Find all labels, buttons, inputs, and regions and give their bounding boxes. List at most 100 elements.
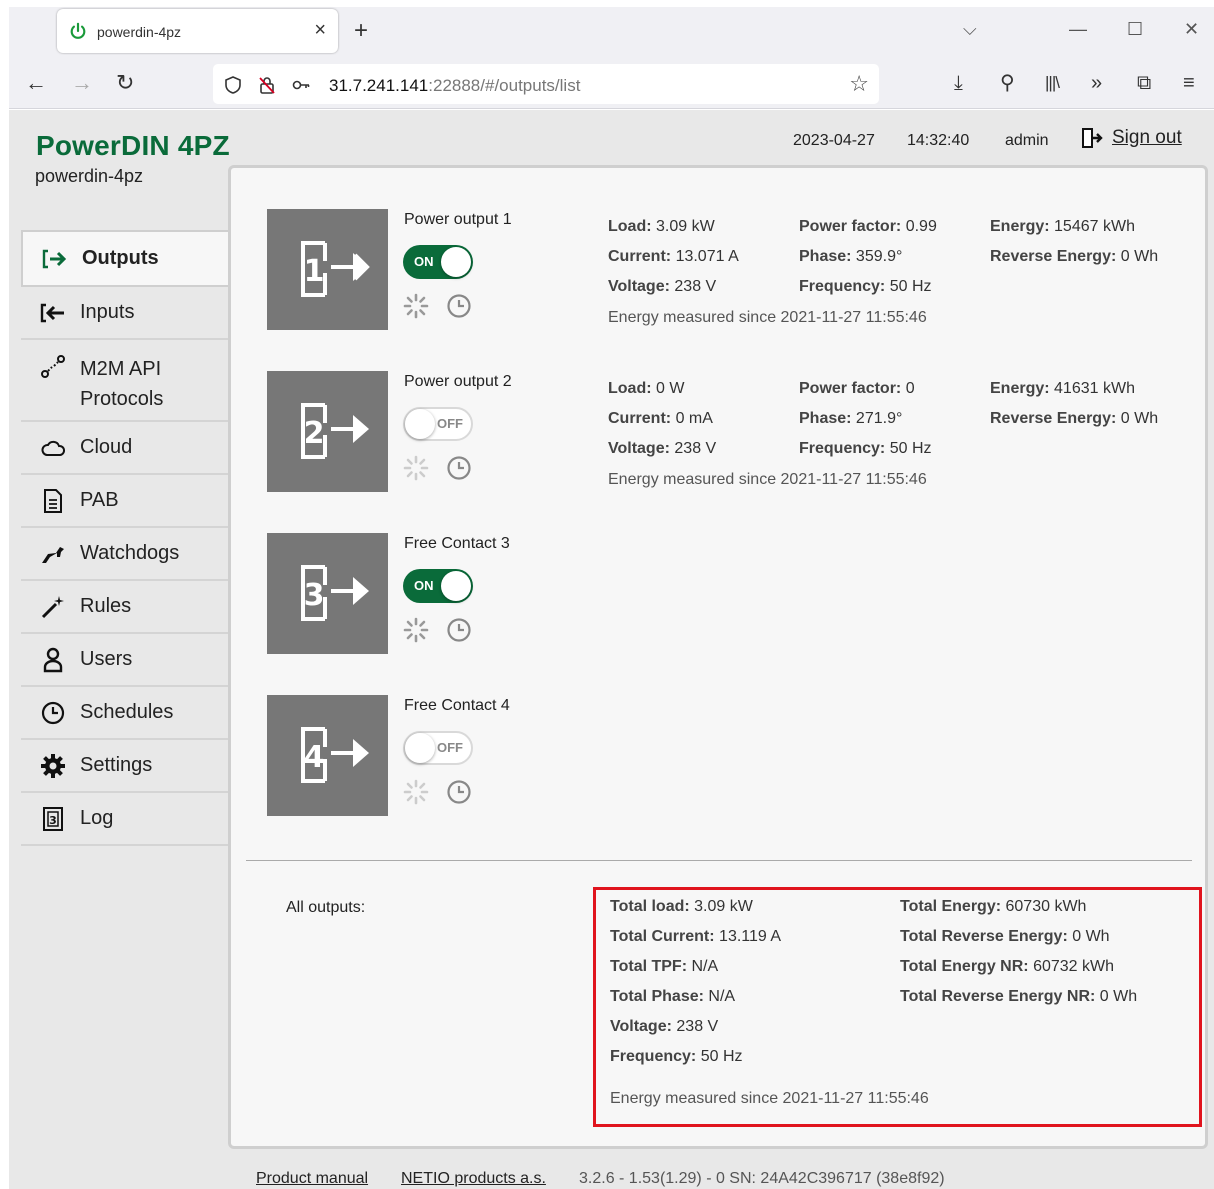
minimize-icon[interactable]: — — [1069, 19, 1087, 40]
output-arrow-icon — [42, 246, 68, 272]
energy-reading: Energy: 15467 kWh — [990, 218, 1135, 235]
sidebar-item-settings[interactable]: Settings — [21, 740, 228, 793]
cloud-icon — [40, 435, 66, 461]
sidebar-item-schedules[interactable]: Schedules — [21, 687, 228, 740]
document-icon — [40, 488, 66, 514]
output-name: Free Contact 4 — [404, 697, 510, 714]
library-icon[interactable]: |||\ — [1045, 71, 1060, 95]
output-tile[interactable]: 1 — [267, 209, 388, 330]
output-number-icon: 4 — [301, 727, 369, 783]
sidebar-item-users[interactable]: Users — [21, 634, 228, 687]
all-outputs-heading: All outputs: — [286, 899, 366, 916]
sidebar-item-label: Schedules — [80, 701, 174, 723]
loading-spinner-icon — [403, 779, 429, 805]
loading-spinner-icon — [403, 455, 429, 481]
watchdog-icon — [40, 541, 66, 567]
output-row: 1 Power output 1 ON Load: 3.09 kW Curren… — [267, 209, 1207, 331]
sign-out-label: Sign out — [1112, 127, 1182, 148]
phase-reading: Phase: 359.9° — [799, 248, 903, 265]
new-tab-icon[interactable]: + — [354, 17, 368, 45]
url-bar[interactable]: 31.7.241.141:22888/#/outputs/list ☆ — [213, 64, 879, 104]
close-tab-icon[interactable]: × — [314, 19, 326, 42]
sidebar-item-rules[interactable]: Rules — [21, 581, 228, 634]
input-arrow-icon — [40, 300, 66, 326]
back-icon[interactable]: ← — [25, 71, 47, 95]
download-icon[interactable]: ⤓ — [954, 71, 963, 95]
power-factor-reading: Power factor: 0 — [799, 380, 915, 397]
energy-since: Energy measured since 2021-11-27 11:55:4… — [608, 471, 927, 488]
tab-list-chevron-icon[interactable]: ⌵ — [963, 19, 977, 40]
brand-title: PowerDIN 4PZ — [36, 130, 230, 161]
reverse-energy-reading: Reverse Energy: 0 Wh — [990, 410, 1159, 427]
svg-text:3: 3 — [304, 578, 325, 613]
sidebar-item-label: Rules — [80, 595, 132, 617]
window-close-icon[interactable]: ✕ — [1184, 19, 1199, 40]
svg-text:1: 1 — [304, 254, 325, 289]
output-toggle[interactable]: ON — [403, 569, 473, 603]
sidebar-item-label: Watchdogs — [80, 542, 180, 564]
header-user: admin — [1005, 132, 1049, 149]
reload-icon[interactable]: ↻ — [116, 71, 134, 95]
svg-text:4: 4 — [304, 740, 325, 775]
browser-tab[interactable]: powerdin-4pz × — [57, 9, 338, 53]
pocket-icon[interactable]: ⚲ — [1000, 71, 1015, 95]
schedule-clock-icon[interactable] — [446, 617, 472, 643]
bookmark-star-icon[interactable]: ☆ — [849, 71, 869, 97]
sidebar-item-pab[interactable]: PAB — [21, 475, 228, 528]
schedule-clock-icon[interactable] — [446, 455, 472, 481]
product-manual-link[interactable]: Product manual — [256, 1170, 368, 1188]
sidebar-item-inputs[interactable]: Inputs — [21, 287, 228, 340]
energy-since: Energy measured since 2021-11-27 11:55:4… — [608, 309, 927, 326]
reverse-energy-reading: Reverse Energy: 0 Wh — [990, 248, 1159, 265]
svg-text:3: 3 — [49, 814, 57, 827]
frequency-reading: Frequency: 50 Hz — [799, 440, 932, 457]
svg-text:2: 2 — [304, 416, 325, 451]
output-tile[interactable]: 3 — [267, 533, 388, 654]
output-toggle[interactable]: ON — [403, 245, 473, 279]
frequency-reading: Frequency: 50 Hz — [799, 278, 932, 295]
output-number-icon: 2 — [301, 403, 369, 459]
schedule-clock-icon[interactable] — [446, 293, 472, 319]
voltage-reading: Voltage: 238 V — [608, 440, 717, 457]
sidebar-item-label: Cloud — [80, 436, 133, 458]
load-reading: Load: 0 W — [608, 380, 685, 397]
overflow-chevron-icon[interactable]: » — [1091, 71, 1102, 95]
sidebar-item-m2m-api[interactable]: M2M API Protocols — [21, 340, 228, 422]
output-tile[interactable]: 2 — [267, 371, 388, 492]
current-reading: Current: 13.071 A — [608, 248, 739, 265]
sidebar-item-label: Settings — [80, 754, 153, 776]
forward-icon[interactable]: → — [71, 71, 93, 95]
url-text: 31.7.241.141:22888/#/outputs/list — [329, 76, 581, 95]
sidebar-item-log[interactable]: 3 Log — [21, 793, 228, 846]
sidebar-item-cloud[interactable]: Cloud — [21, 422, 228, 475]
total-load: Total load: 3.09 kW — [610, 898, 753, 915]
sidebar-item-watchdogs[interactable]: Watchdogs — [21, 528, 228, 581]
company-link[interactable]: NETIO products a.s. — [401, 1170, 546, 1188]
total-energy-nr: Total Energy NR: 60732 kWh — [900, 958, 1114, 975]
sidebar-item-label: Log — [80, 807, 114, 829]
output-row: 2 Power output 2 OFF Load: 0 W Current: … — [267, 371, 1207, 493]
outputs-panel: 1 Power output 1 ON Load: 3.09 kW Curren… — [228, 165, 1208, 1149]
power-factor-reading: Power factor: 0.99 — [799, 218, 937, 235]
output-toggle[interactable]: OFF — [403, 731, 473, 765]
sidebar-item-label: M2M API Protocols — [80, 358, 164, 410]
sign-out-link[interactable]: Sign out — [1080, 126, 1182, 150]
sidebar: Outputs Inputs M2M API Protocols Cloud PA… — [21, 230, 231, 846]
sidebar-item-outputs[interactable]: Outputs — [21, 230, 231, 287]
output-row: 4 Free Contact 4 OFF — [267, 695, 1207, 817]
menu-icon[interactable]: ≡ — [1183, 71, 1195, 95]
firmware-version: 3.2.6 - 1.53(1.29) - 0 SN: 24A42C396717 … — [579, 1170, 945, 1187]
maximize-icon[interactable]: ☐ — [1127, 19, 1143, 40]
voltage-reading: Voltage: 238 V — [608, 278, 717, 295]
current-reading: Current: 0 mA — [608, 410, 713, 427]
device-name: powerdin-4pz — [35, 166, 144, 186]
key-icon — [292, 80, 310, 90]
schedule-clock-icon[interactable] — [446, 779, 472, 805]
extensions-icon[interactable]: ⧉ — [1137, 71, 1151, 95]
output-name: Power output 2 — [404, 373, 512, 390]
total-energy: Total Energy: 60730 kWh — [900, 898, 1087, 915]
output-tile[interactable]: 4 — [267, 695, 388, 816]
app-page: PowerDIN 4PZ powerdin-4pz 2023-04-27 14:… — [9, 110, 1214, 1189]
output-toggle[interactable]: OFF — [403, 407, 473, 441]
total-voltage: Voltage: 238 V — [610, 1018, 719, 1035]
